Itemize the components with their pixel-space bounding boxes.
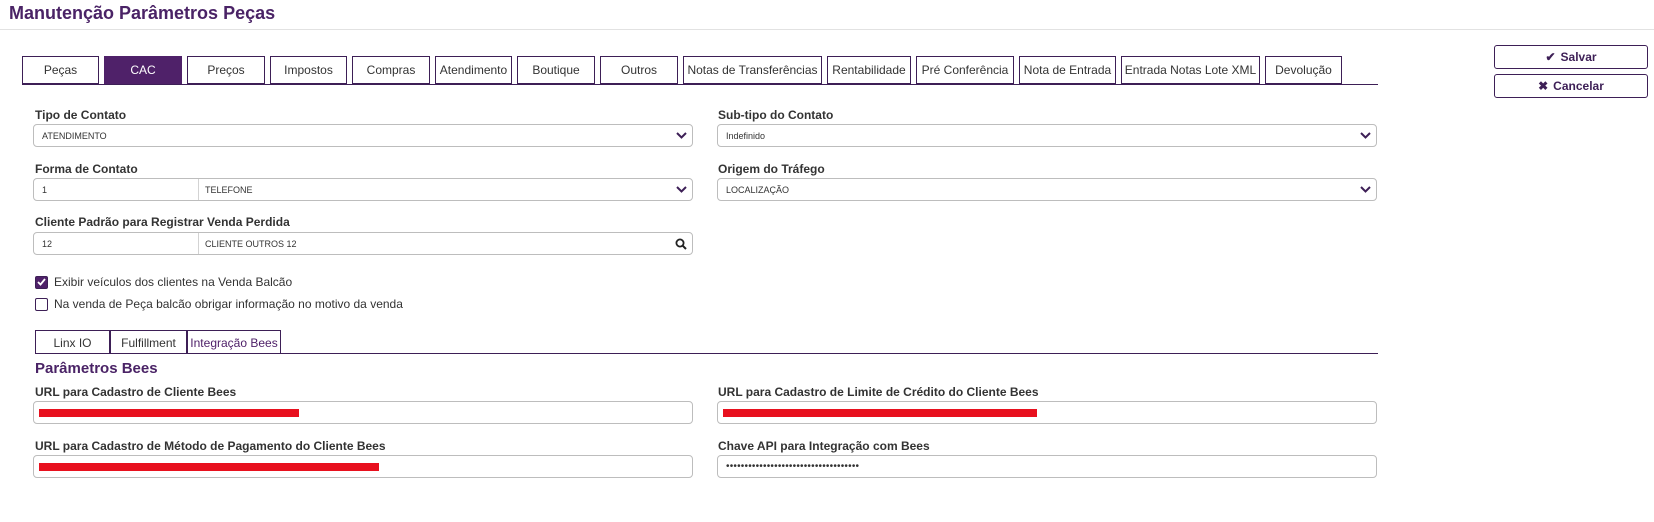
forma-contato-select[interactable]: 1 TELEFONE xyxy=(33,178,693,201)
tipo-contato-select[interactable]: ATENDIMENTO xyxy=(33,124,693,147)
tabs-divider xyxy=(22,84,1378,85)
forma-contato-value: TELEFONE xyxy=(205,184,253,195)
obrigar-motivo-checkbox[interactable] xyxy=(35,297,48,311)
close-icon: ✖ xyxy=(1538,79,1549,93)
cliente-padrao-lookup[interactable]: 12 CLIENTE OUTROS 12 xyxy=(33,232,693,255)
chevron-down-icon xyxy=(670,132,692,139)
chevron-down-icon xyxy=(1354,132,1376,139)
cliente-padrao-value: CLIENTE OUTROS 12 xyxy=(205,238,297,249)
obrigar-motivo-checkbox-row[interactable]: Na venda de Peça balcão obrigar informaç… xyxy=(35,297,403,311)
cliente-padrao-label: Cliente Padrão para Registrar Venda Perd… xyxy=(35,215,290,229)
subtipo-contato-select[interactable]: Indefinido xyxy=(717,124,1377,147)
tab-compras[interactable]: Compras xyxy=(352,56,430,84)
subtab-integracao-bees[interactable]: Integração Bees xyxy=(187,330,281,354)
tab-impostos[interactable]: Impostos xyxy=(270,56,347,84)
tab-atendimento[interactable]: Atendimento xyxy=(435,56,512,84)
tab-precos[interactable]: Preços xyxy=(187,56,265,84)
tab-rentabilidade[interactable]: Rentabilidade xyxy=(827,56,911,84)
cancel-button[interactable]: ✖ Cancelar xyxy=(1494,74,1648,98)
redacted-value xyxy=(39,462,379,471)
origem-trafego-value: LOCALIZAÇÃO xyxy=(726,184,790,195)
url-limite-label: URL para Cadastro de Limite de Crédito d… xyxy=(718,385,1039,399)
tipo-contato-value: ATENDIMENTO xyxy=(42,130,107,141)
chevron-down-icon xyxy=(670,186,692,193)
check-icon: ✔ xyxy=(1545,50,1556,64)
subtabs-divider xyxy=(35,353,1378,354)
subtipo-contato-label: Sub-tipo do Contato xyxy=(718,108,834,122)
url-pagamento-input[interactable] xyxy=(33,455,693,478)
tab-cac[interactable]: CAC xyxy=(104,56,182,84)
save-button-label: Salvar xyxy=(1560,50,1597,64)
url-cliente-label: URL para Cadastro de Cliente Bees xyxy=(35,385,237,399)
forma-contato-label: Forma de Contato xyxy=(35,162,138,176)
redacted-value xyxy=(723,408,1037,417)
url-limite-input[interactable] xyxy=(717,401,1377,424)
tab-devolucao[interactable]: Devolução xyxy=(1265,56,1342,84)
tipo-contato-label: Tipo de Contato xyxy=(35,108,127,122)
subtab-fulfillment[interactable]: Fulfillment xyxy=(110,330,187,354)
tab-boutique[interactable]: Boutique xyxy=(517,56,595,84)
save-button[interactable]: ✔ Salvar xyxy=(1494,45,1648,69)
sub-tab-bar: Linx IO Fulfillment Integração Bees xyxy=(35,330,281,354)
url-cliente-input[interactable] xyxy=(33,401,693,424)
tab-nota-entrada[interactable]: Nota de Entrada xyxy=(1019,56,1116,84)
subtipo-contato-value: Indefinido xyxy=(726,130,766,141)
chave-api-input[interactable]: •••••••••••••••••••••••••••••••••••• xyxy=(717,455,1377,478)
tab-pecas[interactable]: Peças xyxy=(22,56,99,84)
tab-outros[interactable]: Outros xyxy=(600,56,678,84)
exibir-veiculos-checkbox-row[interactable]: Exibir veículos dos clientes na Venda Ba… xyxy=(35,275,292,289)
chevron-down-icon xyxy=(1354,186,1376,193)
exibir-veiculos-label: Exibir veículos dos clientes na Venda Ba… xyxy=(54,275,293,289)
title-divider xyxy=(0,29,1654,30)
cancel-button-label: Cancelar xyxy=(1553,79,1604,93)
search-icon[interactable] xyxy=(670,238,692,250)
origem-trafego-select[interactable]: LOCALIZAÇÃO xyxy=(717,178,1377,201)
forma-contato-code[interactable]: 1 xyxy=(34,179,199,200)
cliente-padrao-code[interactable]: 12 xyxy=(34,233,199,254)
redacted-value xyxy=(39,408,299,417)
page-title: Manutenção Parâmetros Peças xyxy=(9,3,276,23)
url-pagamento-label: URL para Cadastro de Método de Pagamento… xyxy=(35,439,386,453)
tab-notas-transferencias[interactable]: Notas de Transferências xyxy=(683,56,822,84)
obrigar-motivo-label: Na venda de Peça balcão obrigar informaç… xyxy=(54,297,403,311)
subtab-linx-io[interactable]: Linx IO xyxy=(35,330,110,354)
main-tab-bar: Peças CAC Preços Impostos Compras Atendi… xyxy=(22,56,1347,84)
chave-api-value: •••••••••••••••••••••••••••••••••••• xyxy=(726,461,860,472)
exibir-veiculos-checkbox[interactable] xyxy=(35,275,48,289)
origem-trafego-label: Origem do Tráfego xyxy=(718,162,825,176)
tab-pre-conferencia[interactable]: Pré Conferência xyxy=(916,56,1014,84)
chave-api-label: Chave API para Integração com Bees xyxy=(718,439,930,453)
section-title: Parâmetros Bees xyxy=(35,360,158,377)
checkmark-icon xyxy=(37,278,46,286)
tab-entrada-notas-lote-xml[interactable]: Entrada Notas Lote XML xyxy=(1121,56,1260,84)
